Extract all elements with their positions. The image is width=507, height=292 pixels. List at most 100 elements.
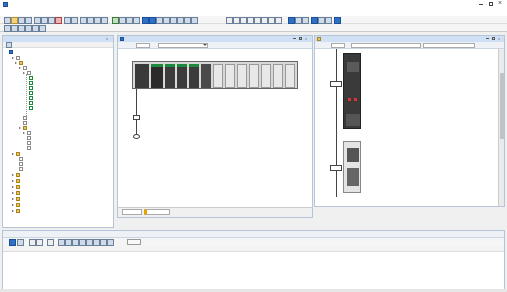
clear-icon[interactable] — [72, 239, 79, 246]
bus-connector-icon[interactable] — [330, 165, 342, 171]
rack-slot-power[interactable] — [135, 64, 149, 88]
window-icon[interactable] — [261, 17, 268, 24]
zoom-in-icon[interactable] — [226, 17, 233, 24]
rack-slot-module[interactable] — [201, 64, 211, 88]
module-image[interactable] — [343, 141, 361, 193]
tool-icon[interactable] — [275, 17, 282, 24]
rack-slot-cpu[interactable] — [151, 64, 163, 88]
rack-slot-module[interactable] — [165, 64, 175, 88]
rack-slot-module[interactable] — [285, 64, 295, 88]
export-icon[interactable] — [86, 239, 93, 246]
analyze-icon[interactable] — [101, 17, 108, 24]
maximize-icon[interactable] — [489, 2, 493, 6]
copy-icon[interactable] — [41, 17, 48, 24]
stop-icon[interactable] — [149, 17, 156, 24]
watch-icon[interactable] — [177, 17, 184, 24]
module-address-field[interactable] — [331, 43, 345, 48]
rack-slot-module[interactable] — [261, 64, 271, 88]
tree-item[interactable] — [12, 190, 22, 195]
copy-icon[interactable] — [79, 239, 86, 246]
tree-item[interactable] — [27, 145, 33, 150]
structural-view-icon[interactable] — [6, 42, 12, 48]
expand-icon[interactable] — [12, 203, 14, 206]
grid-icon[interactable] — [254, 17, 261, 24]
sort-icon[interactable] — [47, 239, 54, 246]
upload-icon[interactable] — [133, 17, 140, 24]
paste-icon[interactable] — [48, 17, 55, 24]
init-icon[interactable] — [156, 17, 163, 24]
zoom-out-icon[interactable] — [233, 17, 240, 24]
bus-terminator-icon[interactable] — [133, 134, 140, 139]
module-icon[interactable] — [318, 17, 325, 24]
rack-slot-module[interactable] — [213, 64, 223, 88]
minimize-icon[interactable] — [479, 4, 483, 5]
panel-close-icon[interactable]: × — [305, 36, 309, 41]
panel-close-icon[interactable]: × — [498, 36, 502, 41]
expand-icon[interactable] — [19, 66, 21, 69]
warning-filter-icon[interactable] — [29, 239, 36, 246]
expand-icon[interactable] — [12, 209, 14, 212]
rack-slot-module[interactable] — [225, 64, 235, 88]
print-icon[interactable] — [25, 17, 32, 24]
save-icon[interactable] — [18, 17, 25, 24]
rack-slot-module[interactable] — [237, 64, 247, 88]
types-icon[interactable] — [18, 25, 25, 32]
next-icon[interactable] — [65, 239, 72, 246]
refresh-icon[interactable] — [9, 239, 16, 246]
columns-icon[interactable] — [93, 239, 100, 246]
align-left-icon[interactable] — [240, 17, 247, 24]
program-icon[interactable] — [25, 25, 32, 32]
network-icon[interactable] — [295, 17, 302, 24]
vertical-scrollbar[interactable] — [498, 49, 504, 206]
tree-item[interactable] — [12, 184, 22, 189]
tab-rack-editor[interactable] — [144, 209, 170, 215]
module-image[interactable] — [343, 53, 361, 129]
config-icon[interactable] — [11, 25, 18, 32]
expand-icon[interactable] — [12, 56, 14, 59]
expand-icon[interactable] — [12, 191, 14, 194]
plc-icon[interactable] — [288, 17, 295, 24]
open-folder-icon[interactable] — [11, 17, 18, 24]
io-icon[interactable] — [302, 17, 309, 24]
project-icon[interactable] — [4, 25, 11, 32]
panel-minimize-icon[interactable] — [293, 38, 296, 39]
scrollbar-thumb[interactable] — [500, 73, 504, 139]
bus-address-field[interactable] — [136, 43, 150, 48]
rack[interactable] — [132, 61, 298, 89]
rack-slot-module[interactable] — [273, 64, 283, 88]
cut-icon[interactable] — [34, 17, 41, 24]
expand-icon[interactable] — [12, 185, 14, 188]
help-icon[interactable] — [334, 17, 341, 24]
hierarchy-icon[interactable] — [268, 17, 275, 24]
filter-button[interactable] — [127, 239, 141, 245]
module-type-field[interactable] — [351, 43, 421, 48]
rebuild-icon[interactable] — [94, 17, 101, 24]
download-icon[interactable] — [126, 17, 133, 24]
expand-icon[interactable] — [12, 179, 14, 182]
panel-close-icon[interactable]: × — [106, 37, 110, 41]
tree-item[interactable] — [12, 178, 22, 183]
tree-item[interactable] — [19, 166, 25, 171]
expand-icon[interactable] — [19, 126, 21, 129]
build-icon[interactable] — [87, 17, 94, 24]
tree-item[interactable] — [12, 202, 22, 207]
align-right-icon[interactable] — [247, 17, 254, 24]
search-icon[interactable] — [32, 25, 39, 32]
bus-type-dropdown[interactable] — [158, 43, 208, 48]
expand-icon[interactable] — [12, 173, 14, 176]
tree-item[interactable] — [12, 196, 22, 201]
rack-slot-module[interactable] — [177, 64, 187, 88]
redo-icon[interactable] — [71, 17, 78, 24]
tree-item[interactable] — [12, 172, 22, 177]
info-filter-icon[interactable] — [36, 239, 43, 246]
rack-slot-module[interactable] — [249, 64, 259, 88]
delete-icon[interactable] — [55, 17, 62, 24]
bus-connector-icon[interactable] — [330, 81, 342, 87]
disconnect-icon[interactable] — [119, 17, 126, 24]
error-filter-icon[interactable] — [17, 239, 24, 246]
panel-maximize-icon[interactable] — [299, 37, 302, 40]
monitor-icon[interactable] — [163, 17, 170, 24]
communication-field[interactable] — [423, 43, 475, 48]
tree-item[interactable] — [12, 208, 22, 213]
pin-icon[interactable] — [39, 25, 46, 32]
